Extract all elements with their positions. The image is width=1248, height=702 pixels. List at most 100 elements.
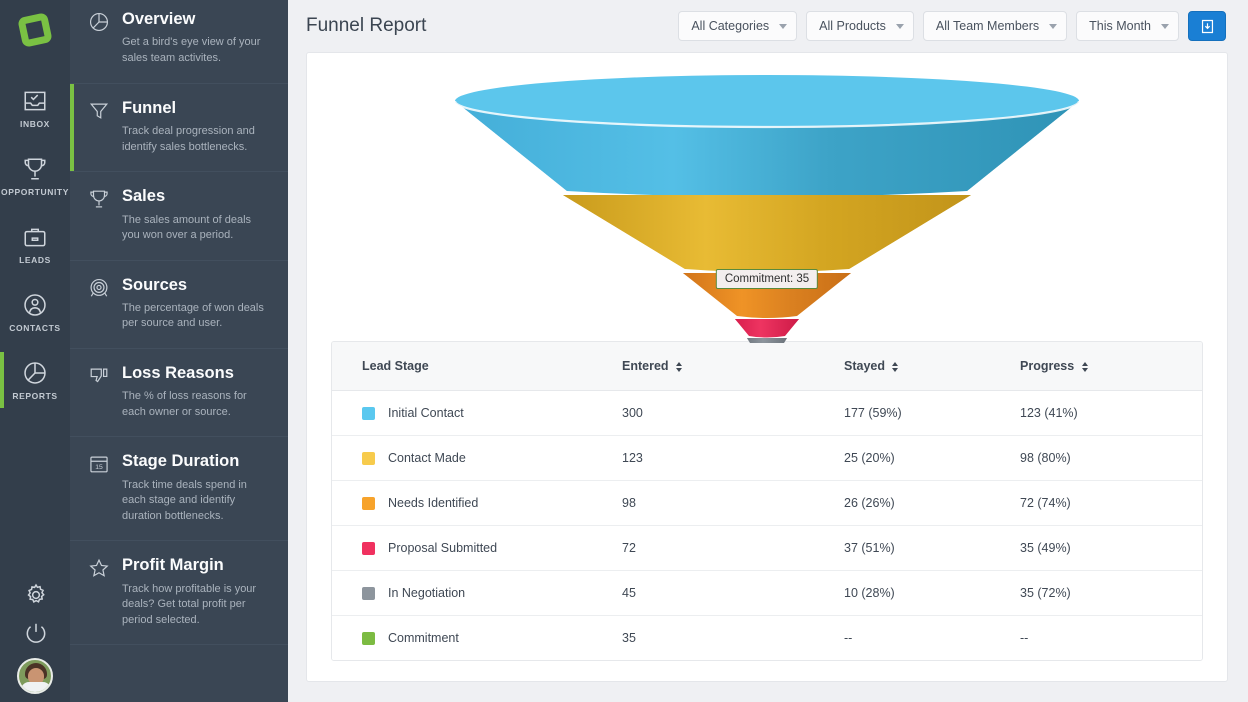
cell-stayed: 25 (20%)	[844, 435, 1020, 481]
active-bar	[70, 437, 74, 540]
chevron-down-icon	[1161, 23, 1169, 29]
active-bar	[70, 261, 74, 348]
rail-item-reports[interactable]: REPORTS	[0, 346, 70, 414]
column-header-entered[interactable]: Entered	[622, 342, 844, 391]
lead-stage-table: Lead Stage Entered Stayed Progress Initi…	[332, 342, 1202, 660]
nav-item-sales[interactable]: Sales The sales amount of deals you won …	[70, 172, 288, 261]
nav-item-title: Overview	[122, 10, 196, 28]
nav-item-stage-duration[interactable]: 15 Stage Duration Track time deals spend…	[70, 437, 288, 542]
nav-item-desc: Track how profitable is your deals? Get …	[122, 582, 257, 626]
nav-item-profit-margin[interactable]: Profit Margin Track how profitable is yo…	[70, 541, 288, 646]
table-body: Initial Contact 300 177 (59%) 123 (41%)	[332, 390, 1202, 660]
cell-stage: In Negotiation	[332, 570, 622, 616]
stage-label: Proposal Submitted	[388, 541, 498, 555]
period-filter[interactable]: This Month	[1076, 11, 1179, 41]
team-filter[interactable]: All Team Members	[922, 11, 1068, 41]
active-bar	[70, 541, 74, 644]
active-bar	[0, 352, 4, 408]
user-avatar[interactable]	[17, 658, 53, 694]
rail-item-label: OPPORTUNITY	[1, 186, 69, 197]
nav-item-title: Loss Reasons	[122, 364, 234, 383]
app-logo[interactable]	[0, 0, 70, 60]
categories-filter[interactable]: All Categories	[678, 11, 798, 41]
filter-value: All Products	[819, 19, 886, 33]
funnel-icon	[88, 100, 110, 122]
target-icon	[88, 277, 110, 299]
sort-icon[interactable]	[892, 361, 899, 372]
funnel-chart: Commitment: 35	[307, 63, 1227, 343]
pie-chart-icon	[88, 11, 110, 33]
cell-stage: Needs Identified	[332, 480, 622, 526]
cell-entered: 35	[622, 615, 844, 660]
stage-color-swatch	[362, 631, 375, 645]
table-row[interactable]: Commitment 35 -- --	[332, 615, 1202, 660]
column-label: Lead Stage	[362, 359, 429, 373]
cell-entered: 123	[622, 435, 844, 481]
nav-item-overview[interactable]: Overview Get a bird's eye view of your s…	[70, 0, 288, 84]
nav-item-title: Profit Margin	[122, 556, 224, 575]
column-label: Stayed	[844, 359, 885, 373]
nav-item-desc: The sales amount of deals you won over a…	[122, 213, 252, 242]
main-content: Funnel Report All Categories All Product…	[288, 0, 1248, 702]
funnel-table: Lead Stage Entered Stayed Progress Initi…	[331, 341, 1203, 661]
nav-item-desc: Track time deals spend in each stage and…	[122, 478, 247, 522]
icon-rail: INBOX OPPORTUNITY LEADS CONTACTS REPORTS	[0, 0, 70, 702]
rail-item-opportunity[interactable]: OPPORTUNITY	[0, 142, 70, 210]
funnel-svg[interactable]	[447, 73, 1087, 343]
cell-stage: Initial Contact	[332, 390, 622, 436]
rail-item-leads[interactable]: LEADS	[0, 210, 70, 278]
calendar-icon: 15	[88, 453, 110, 475]
table-row[interactable]: Needs Identified 98 26 (26%) 72 (74%)	[332, 480, 1202, 526]
download-icon	[1201, 19, 1213, 33]
nav-item-funnel[interactable]: Funnel Track deal progression and identi…	[70, 84, 288, 173]
chevron-down-icon	[895, 23, 904, 29]
table-row[interactable]: Contact Made 123 25 (20%) 98 (80%)	[332, 435, 1202, 481]
rail-item-list: INBOX OPPORTUNITY LEADS CONTACTS REPORTS	[0, 74, 70, 414]
rail-item-label: REPORTS	[12, 390, 58, 401]
nav-item-title: Stage Duration	[122, 452, 240, 471]
report-card: Commitment: 35 Lead Stage Entered Stayed…	[306, 52, 1228, 682]
nav-item-desc: The percentage of won deals per source a…	[122, 301, 264, 330]
star-icon	[88, 557, 110, 579]
cell-progress: 35 (72%)	[1020, 570, 1202, 616]
table-row[interactable]: Proposal Submitted 72 37 (51%) 35 (49%)	[332, 525, 1202, 571]
table-row[interactable]: In Negotiation 45 10 (28%) 35 (72%)	[332, 570, 1202, 616]
cell-stayed: 177 (59%)	[844, 390, 1020, 436]
rail-item-inbox[interactable]: INBOX	[0, 74, 70, 142]
trophy-icon	[88, 188, 110, 210]
svg-text:15: 15	[95, 464, 103, 471]
cell-entered: 98	[622, 480, 844, 526]
column-header-stayed[interactable]: Stayed	[844, 342, 1020, 391]
thumbs-down-icon	[88, 365, 110, 387]
stage-color-swatch	[362, 451, 375, 465]
cell-stayed: 26 (26%)	[844, 480, 1020, 526]
table-header-row: Lead Stage Entered Stayed Progress	[332, 342, 1202, 391]
stage-label: Needs Identified	[388, 496, 479, 510]
gear-icon[interactable]	[23, 582, 47, 606]
column-header-lead-stage[interactable]: Lead Stage	[332, 342, 622, 391]
pie-chart-icon	[22, 360, 48, 386]
cell-stayed: --	[844, 615, 1020, 660]
nav-item-loss-reasons[interactable]: Loss Reasons The % of loss reasons for e…	[70, 349, 288, 438]
sort-icon[interactable]	[676, 361, 683, 372]
export-button[interactable]	[1188, 11, 1226, 41]
active-bar	[70, 84, 74, 172]
stage-label: Initial Contact	[388, 406, 464, 420]
table-row[interactable]: Initial Contact 300 177 (59%) 123 (41%)	[332, 390, 1202, 436]
stage-color-swatch	[362, 541, 375, 555]
table-head: Lead Stage Entered Stayed Progress	[332, 342, 1202, 391]
app-root: INBOX OPPORTUNITY LEADS CONTACTS REPORTS…	[0, 0, 1248, 702]
nav-item-sources[interactable]: Sources The percentage of won deals per …	[70, 261, 288, 350]
active-bar	[0, 148, 4, 204]
column-header-progress[interactable]: Progress	[1020, 342, 1202, 391]
power-icon[interactable]	[23, 620, 47, 644]
cell-stayed: 37 (51%)	[844, 525, 1020, 571]
rail-item-contacts[interactable]: CONTACTS	[0, 278, 70, 346]
cell-stage: Proposal Submitted	[332, 525, 622, 571]
sort-icon[interactable]	[1081, 361, 1088, 372]
products-filter[interactable]: All Products	[806, 11, 914, 41]
filter-group: All Categories All Products All Team Mem…	[678, 11, 1226, 41]
cell-progress: --	[1020, 615, 1202, 660]
chevron-down-icon	[779, 23, 788, 29]
page-toolbar: Funnel Report All Categories All Product…	[288, 0, 1248, 52]
